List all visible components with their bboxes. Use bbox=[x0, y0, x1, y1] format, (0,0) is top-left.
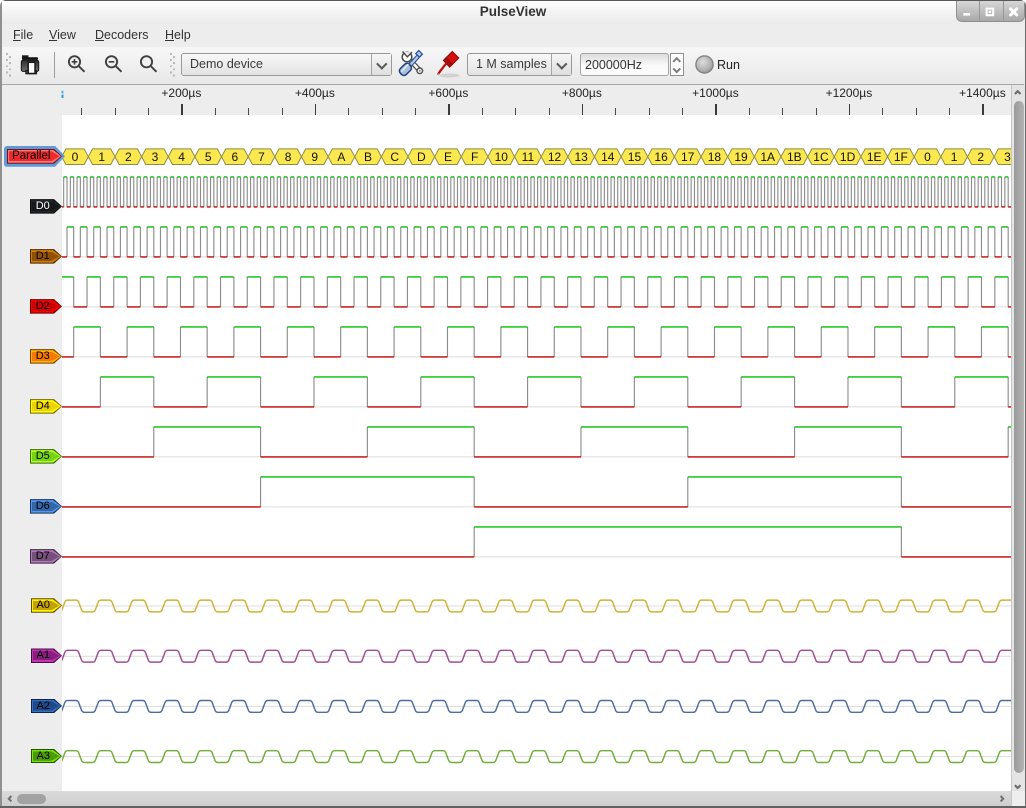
svg-text:1E: 1E bbox=[867, 149, 882, 163]
svg-text:1: 1 bbox=[98, 149, 105, 163]
svg-text:1B: 1B bbox=[787, 149, 802, 163]
svg-text:1A: 1A bbox=[760, 149, 775, 163]
svg-text:17: 17 bbox=[681, 149, 695, 163]
svg-text:2: 2 bbox=[125, 149, 132, 163]
svg-text:0: 0 bbox=[924, 149, 931, 163]
svg-text:0: 0 bbox=[72, 149, 79, 163]
svg-text:B: B bbox=[364, 149, 372, 163]
svg-text:3: 3 bbox=[1004, 149, 1011, 163]
svg-text:19: 19 bbox=[734, 149, 748, 163]
svg-text:1C: 1C bbox=[813, 149, 829, 163]
svg-text:4: 4 bbox=[178, 149, 185, 163]
svg-text:8: 8 bbox=[285, 149, 292, 163]
svg-text:F: F bbox=[471, 149, 478, 163]
svg-text:10: 10 bbox=[495, 149, 509, 163]
svg-text:7: 7 bbox=[258, 149, 265, 163]
svg-text:1: 1 bbox=[951, 149, 958, 163]
svg-text:3: 3 bbox=[152, 149, 159, 163]
svg-text:16: 16 bbox=[654, 149, 668, 163]
svg-text:1F: 1F bbox=[894, 149, 908, 163]
svg-text:D: D bbox=[417, 149, 426, 163]
svg-text:C: C bbox=[390, 149, 399, 163]
svg-text:6: 6 bbox=[232, 149, 239, 163]
svg-text:1D: 1D bbox=[840, 149, 856, 163]
svg-text:A: A bbox=[337, 149, 345, 163]
svg-text:E: E bbox=[444, 149, 452, 163]
svg-text:11: 11 bbox=[522, 149, 535, 163]
svg-text:2: 2 bbox=[977, 149, 984, 163]
svg-text:13: 13 bbox=[575, 149, 589, 163]
svg-text:5: 5 bbox=[205, 149, 212, 163]
svg-text:9: 9 bbox=[311, 149, 318, 163]
svg-text:12: 12 bbox=[548, 149, 562, 163]
svg-text:18: 18 bbox=[708, 149, 722, 163]
svg-text:15: 15 bbox=[628, 149, 642, 163]
svg-text:14: 14 bbox=[601, 149, 615, 163]
